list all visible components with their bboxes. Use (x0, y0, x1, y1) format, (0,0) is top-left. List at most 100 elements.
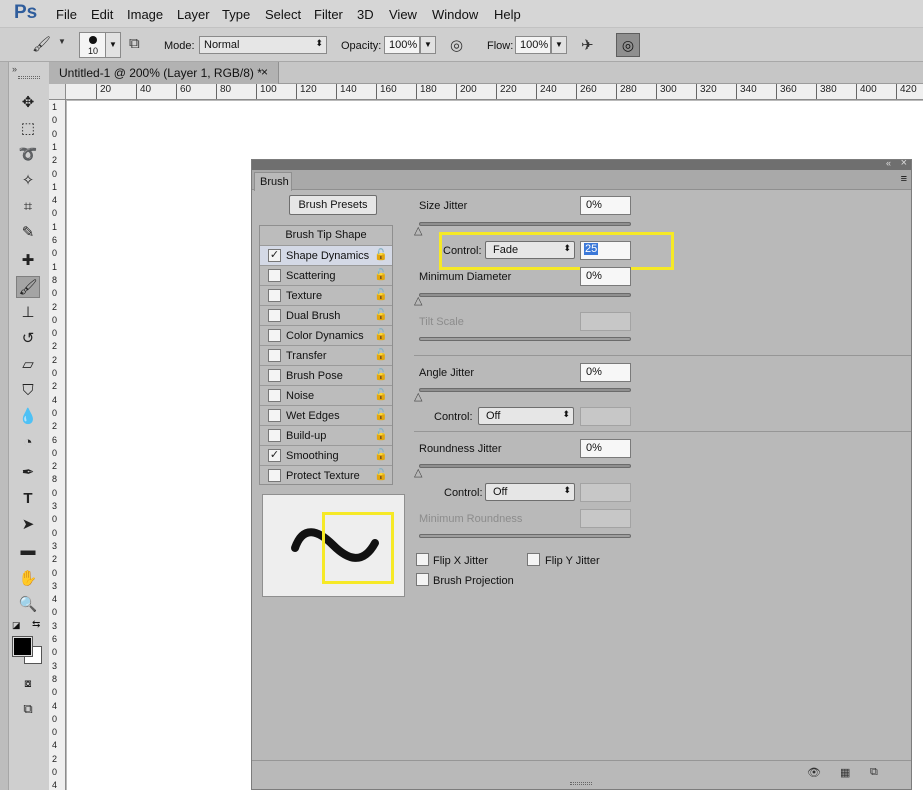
ruler-origin[interactable] (49, 84, 66, 100)
menu-filter[interactable]: Filter (314, 7, 343, 22)
lock-icon[interactable]: 🔓 (374, 288, 388, 301)
slider-thumb-icon[interactable]: △ (414, 468, 422, 479)
brush-panel-toggle-icon[interactable]: ⧉ (129, 35, 140, 52)
opacity-input[interactable]: 100% (384, 36, 420, 54)
option-noise[interactable]: Noise 🔓 (260, 386, 392, 406)
scattering-checkbox[interactable] (268, 269, 281, 282)
mode-select[interactable]: Normal ⬍ (199, 36, 327, 54)
path-selection-tool-icon[interactable]: ➤ (16, 514, 40, 536)
lock-icon[interactable]: 🔓 (374, 348, 388, 361)
menu-window[interactable]: Window (432, 7, 478, 22)
angle-control-select[interactable]: Off ⬍ (478, 407, 574, 425)
size-jitter-input[interactable]: 0% (580, 196, 631, 215)
size-jitter-slider[interactable] (419, 222, 631, 226)
dodge-tool-icon[interactable]: ◔ (16, 432, 40, 454)
protect-texture-checkbox[interactable] (268, 469, 281, 482)
collapse-panel-icon[interactable]: « (886, 158, 891, 168)
dual-brush-checkbox[interactable] (268, 309, 281, 322)
document-tab[interactable]: Untitled-1 @ 200% (Layer 1, RGB/8) * × (49, 62, 279, 84)
angle-jitter-slider[interactable] (419, 388, 631, 392)
eraser-tool-icon[interactable]: ▱ (16, 354, 40, 376)
color-dynamics-checkbox[interactable] (268, 329, 281, 342)
flip-y-jitter-checkbox[interactable] (527, 553, 540, 566)
foreground-color-swatch[interactable] (12, 636, 33, 657)
roundness-jitter-input[interactable]: 0% (580, 439, 631, 458)
option-shape-dynamics[interactable]: ✓ Shape Dynamics 🔓 (260, 246, 392, 266)
menu-layer[interactable]: Layer (177, 7, 210, 22)
menu-view[interactable]: View (389, 7, 417, 22)
roundness-jitter-slider[interactable] (419, 464, 631, 468)
type-tool-icon[interactable]: T (16, 488, 40, 510)
lock-icon[interactable]: 🔓 (374, 388, 388, 401)
brush-tip-shape-item[interactable]: Brush Tip Shape (260, 226, 392, 246)
menu-help[interactable]: Help (494, 7, 521, 22)
rectangle-tool-icon[interactable]: ▬ (16, 540, 40, 562)
swap-colors-icon[interactable]: ⇆ (32, 619, 40, 630)
grid-icon[interactable]: ▦ (840, 766, 850, 779)
close-document-icon[interactable]: × (261, 65, 268, 79)
flip-x-jitter-checkbox[interactable] (416, 553, 429, 566)
transfer-checkbox[interactable] (268, 349, 281, 362)
screen-mode-icon[interactable]: ⧉ (16, 698, 40, 720)
toggle-live-tip-preview-icon[interactable]: 👁 (807, 766, 821, 779)
texture-checkbox[interactable] (268, 289, 281, 302)
crop-tool-icon[interactable]: ⌗ (16, 196, 40, 218)
flow-dropdown[interactable]: ▼ (551, 36, 567, 54)
brush-projection-checkbox[interactable] (416, 573, 429, 586)
quick-mask-icon[interactable]: ⧇ (16, 672, 40, 694)
opacity-dropdown[interactable]: ▼ (420, 36, 436, 54)
brush-size-picker[interactable]: 10 (79, 32, 107, 58)
tab-brush[interactable]: Brush (254, 172, 292, 191)
brush-tool-preset-icon[interactable]: 🖌 (32, 35, 51, 53)
angle-jitter-input[interactable]: 0% (580, 363, 631, 382)
lock-icon[interactable]: 🔓 (374, 468, 388, 481)
menu-3d[interactable]: 3D (357, 7, 374, 22)
brush-pose-checkbox[interactable] (268, 369, 281, 382)
smoothing-checkbox[interactable]: ✓ (268, 449, 281, 462)
lock-icon[interactable]: 🔓 (374, 428, 388, 441)
lasso-tool-icon[interactable]: ➰ (16, 144, 40, 166)
close-panel-icon[interactable]: × (901, 157, 907, 169)
menu-select[interactable]: Select (265, 7, 301, 22)
panel-resize-grip[interactable] (570, 782, 592, 785)
lock-icon[interactable]: 🔓 (374, 448, 388, 461)
option-texture[interactable]: Texture 🔓 (260, 286, 392, 306)
clone-stamp-tool-icon[interactable]: ⊥ (16, 302, 40, 324)
menu-image[interactable]: Image (127, 7, 163, 22)
hand-tool-icon[interactable]: ✋ (16, 568, 40, 590)
option-dual-brush[interactable]: Dual Brush 🔓 (260, 306, 392, 326)
pressure-opacity-icon[interactable]: ◎ (450, 36, 463, 54)
minimum-diameter-input[interactable]: 0% (580, 267, 631, 286)
menu-type[interactable]: Type (222, 7, 250, 22)
healing-brush-tool-icon[interactable]: ✚ (16, 250, 40, 272)
slider-thumb-icon[interactable]: △ (414, 392, 422, 403)
paint-bucket-tool-icon[interactable]: ⛉ (16, 380, 40, 402)
quick-selection-tool-icon[interactable]: ✧ (16, 170, 40, 192)
marquee-tool-icon[interactable]: ⬚ (16, 118, 40, 140)
brush-picker-dropdown[interactable]: ▼ (105, 32, 121, 58)
slider-thumb-icon[interactable]: △ (414, 296, 422, 307)
airbrush-icon[interactable]: ✈ (581, 36, 594, 54)
lock-icon[interactable]: 🔓 (374, 248, 388, 261)
panel-menu-icon[interactable]: ≡ (901, 173, 907, 185)
option-protect-texture[interactable]: Protect Texture 🔓 (260, 466, 392, 486)
pressure-size-button[interactable]: ◎ (616, 33, 640, 57)
option-wet-edges[interactable]: Wet Edges 🔓 (260, 406, 392, 426)
option-brush-pose[interactable]: Brush Pose 🔓 (260, 366, 392, 386)
brush-tool-icon[interactable]: 🖌 (16, 276, 40, 298)
zoom-tool-icon[interactable]: 🔍 (16, 594, 40, 616)
lock-icon[interactable]: 🔓 (374, 308, 388, 321)
slider-thumb-icon[interactable]: △ (414, 226, 422, 237)
menu-edit[interactable]: Edit (91, 7, 113, 22)
option-build-up[interactable]: Build-up 🔓 (260, 426, 392, 446)
noise-checkbox[interactable] (268, 389, 281, 402)
build-up-checkbox[interactable] (268, 429, 281, 442)
pen-tool-icon[interactable]: ✒ (16, 462, 40, 484)
option-smoothing[interactable]: ✓ Smoothing 🔓 (260, 446, 392, 466)
history-brush-tool-icon[interactable]: ↺ (16, 328, 40, 350)
lock-icon[interactable]: 🔓 (374, 408, 388, 421)
shape-dynamics-checkbox[interactable]: ✓ (268, 249, 281, 262)
brush-presets-button[interactable]: Brush Presets (289, 195, 377, 215)
flow-input[interactable]: 100% (515, 36, 551, 54)
wet-edges-checkbox[interactable] (268, 409, 281, 422)
